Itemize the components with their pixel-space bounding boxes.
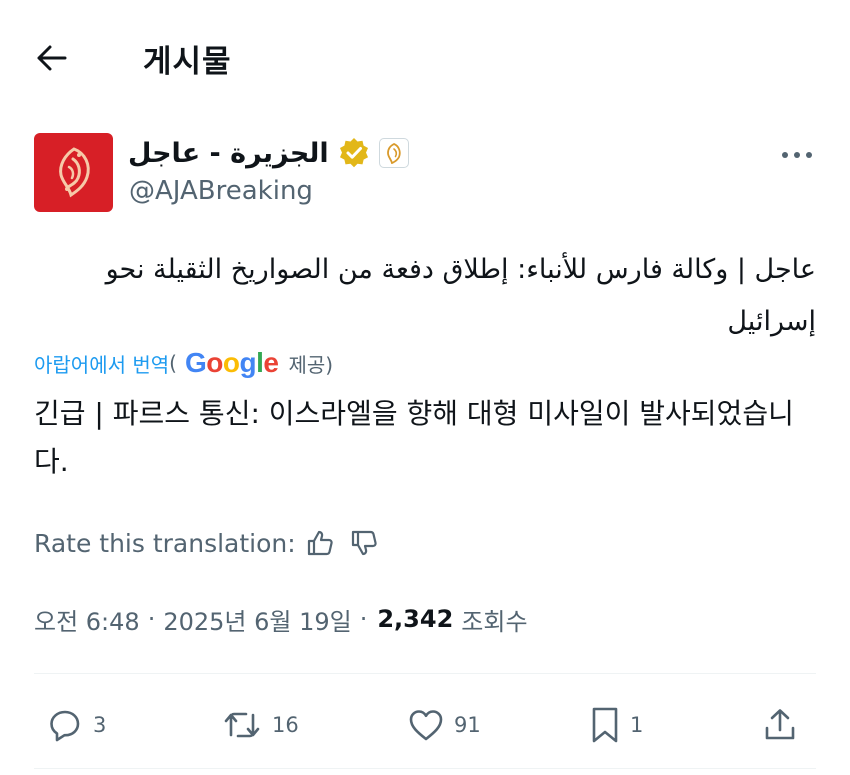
open-paren: ( — [169, 351, 177, 375]
avatar[interactable] — [34, 133, 113, 212]
meta-separator: · — [359, 605, 368, 633]
author-line: الجزيرة - عاجل — [128, 134, 409, 172]
bookmark-icon — [592, 707, 618, 743]
tweet-time[interactable]: 오전 6:48 — [34, 602, 140, 637]
views-count[interactable]: 2,342 — [377, 605, 453, 633]
share-button[interactable] — [763, 700, 797, 750]
rate-translation-label: Rate this translation: — [34, 528, 296, 558]
al-jazeera-logo-icon — [58, 146, 90, 197]
heart-icon — [409, 710, 443, 741]
views-label[interactable]: 조회수 — [461, 602, 527, 637]
tweet-date[interactable]: 2025년 6월 19일 — [163, 602, 351, 637]
repost-button[interactable]: 16 — [222, 700, 299, 750]
author-handle[interactable]: @AJABreaking — [129, 176, 313, 206]
tweet-original-text: عاجل | وكالة فارس للأنباء: إطلاق دفعة من… — [105, 254, 816, 337]
divider — [34, 673, 816, 674]
like-count: 91 — [454, 713, 481, 737]
top-bar: 게시물 — [0, 0, 850, 110]
reply-button[interactable]: 3 — [47, 700, 106, 750]
more-horizontal-icon — [782, 152, 812, 158]
affiliate-badge-icon[interactable] — [378, 138, 409, 168]
reply-icon — [50, 710, 80, 742]
translation-attribution[interactable]: 아랍어에서 번역 ( Google 제공) — [34, 345, 333, 381]
translated-from-label[interactable]: 아랍어에서 번역 — [34, 349, 169, 378]
tweet-translated-text: 긴급 | 파르스 통신: 이스라엘을 향해 대형 미사일이 발사되었습니다. — [34, 397, 794, 478]
reply-count: 3 — [93, 713, 107, 737]
rate-translation-row: Rate this translation: — [34, 525, 384, 561]
like-button[interactable]: 91 — [408, 700, 481, 750]
arrow-left-icon — [37, 45, 67, 71]
google-logo: Google — [184, 347, 279, 378]
action-bar: 3 16 91 1 — [0, 700, 850, 750]
more-options-button[interactable] — [775, 140, 819, 170]
thumbs-up-icon — [307, 530, 333, 556]
back-button[interactable] — [32, 38, 72, 78]
share-icon — [765, 709, 795, 740]
page-title: 게시물 — [143, 44, 232, 80]
divider — [34, 768, 816, 769]
bookmark-count: 1 — [630, 713, 644, 737]
repost-icon — [224, 712, 260, 738]
thumbs-down-button[interactable] — [344, 525, 384, 561]
thumbs-up-button[interactable] — [300, 525, 340, 561]
author-name[interactable]: الجزيرة - عاجل — [128, 138, 329, 169]
tweet-meta: 오전 6:48 · 2025년 6월 19일 · 2,342 조회수 — [34, 601, 528, 637]
repost-count: 16 — [272, 713, 299, 737]
thumbs-down-icon — [351, 530, 377, 556]
bookmark-button[interactable]: 1 — [590, 700, 643, 750]
meta-separator: · — [147, 605, 156, 633]
verified-badge-icon[interactable] — [337, 136, 371, 170]
provided-label: 제공) — [288, 352, 334, 377]
